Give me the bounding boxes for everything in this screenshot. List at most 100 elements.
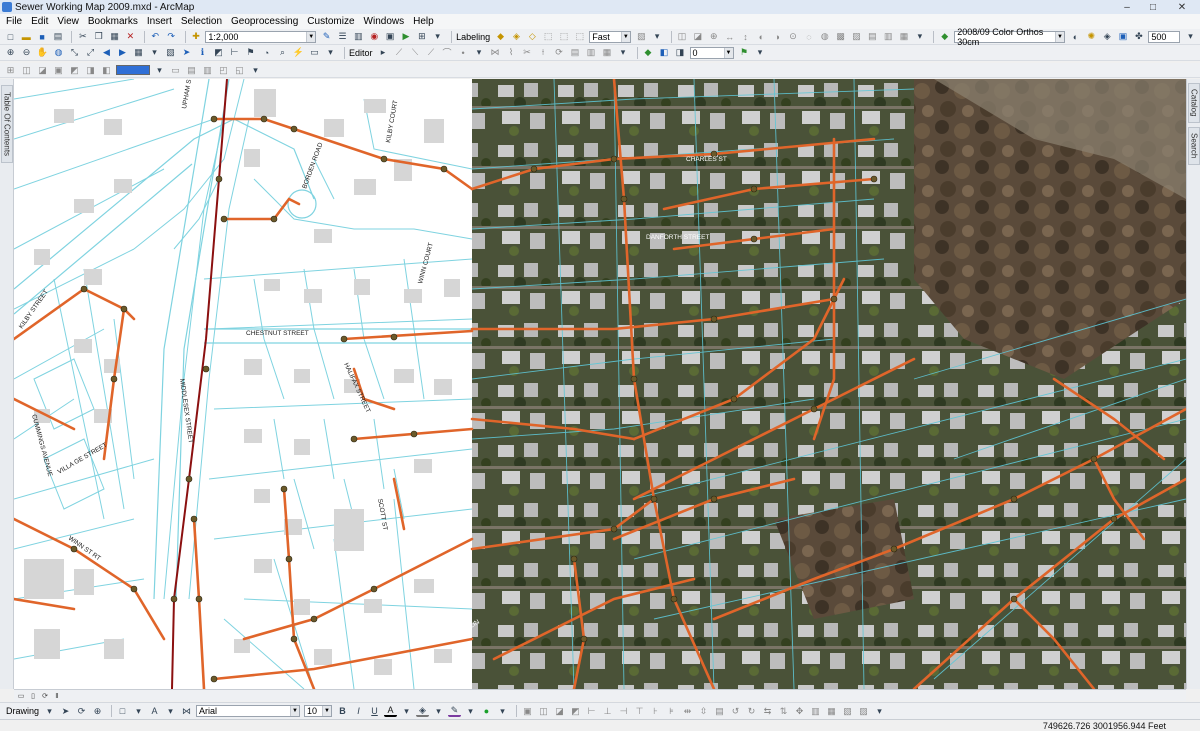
zoom-out-icon[interactable]: ⊖ — [20, 47, 33, 59]
fixed-zoom-in-icon[interactable]: ⤡ — [68, 47, 81, 59]
georef-tool-10-icon[interactable]: ◍ — [818, 31, 831, 43]
python-window-icon[interactable]: ▶ — [400, 31, 413, 43]
effects-tool-2-icon[interactable]: ◫ — [20, 64, 33, 76]
marker-color-icon[interactable]: ● — [480, 705, 493, 717]
align-bottom-icon[interactable]: ⊧ — [665, 705, 678, 717]
text-frame-icon[interactable]: ▥ — [809, 705, 822, 717]
arcmap-app-icon[interactable] — [2, 2, 12, 12]
graphics-tool-5-icon[interactable]: ◱ — [233, 64, 246, 76]
imagery-layer-combo[interactable]: 2008/09 Color Orthos 30cm ▼ — [954, 27, 1066, 47]
effects-layer-icon[interactable]: ◆ — [938, 31, 951, 43]
georef-tool-14-icon[interactable]: ▥ — [882, 31, 895, 43]
map-display[interactable]: UPHAM STREET BORDEN ROAD KILBY COURT WIN… — [14, 79, 1186, 689]
edit-vertices-icon[interactable]: ⋈ — [180, 705, 193, 717]
open-folder-icon[interactable]: ▬ — [20, 31, 33, 43]
layer-combo-icon[interactable]: ◨ — [674, 47, 687, 59]
georef-tool-13-icon[interactable]: ▤ — [866, 31, 879, 43]
search-tab[interactable]: Search — [1188, 127, 1200, 165]
effects-tool-6-icon[interactable]: ◨ — [84, 64, 97, 76]
fill-color-swatch[interactable] — [116, 65, 150, 75]
search-window-icon[interactable]: ◉ — [368, 31, 381, 43]
effects-tool-5-icon[interactable]: ◩ — [68, 64, 81, 76]
transparency-icon[interactable]: ◈ — [1101, 31, 1114, 43]
make-same-size-icon[interactable]: ▤ — [713, 705, 726, 717]
add-data-icon[interactable]: ✚ — [190, 31, 203, 43]
menu-file[interactable]: File — [6, 16, 22, 27]
chevron-down-icon[interactable]: ▼ — [306, 31, 316, 42]
minimize-button[interactable]: – — [1114, 0, 1140, 14]
attributes-icon[interactable]: ▤ — [569, 47, 582, 59]
toolbar-overflow-icon[interactable]: ▾ — [153, 64, 166, 76]
align-middle-icon[interactable]: ⊦ — [649, 705, 662, 717]
menu-help[interactable]: Help — [413, 16, 434, 27]
georef-tool-7-icon[interactable]: ◑ — [771, 31, 784, 43]
toolbar-overflow-icon[interactable]: ▾ — [473, 47, 486, 59]
print-icon[interactable]: ▤ — [52, 31, 65, 43]
graphics-tool-1-icon[interactable]: ▭ — [169, 64, 182, 76]
graphics-tool-3-icon[interactable]: ▥ — [201, 64, 214, 76]
georef-tool-3-icon[interactable]: ⊕ — [707, 31, 720, 43]
menu-geoprocessing[interactable]: Geoprocessing — [231, 16, 298, 27]
point-icon[interactable]: • — [457, 47, 470, 59]
toolbar-overflow-icon[interactable]: ▾ — [913, 31, 926, 43]
data-view-icon[interactable]: ▭ — [16, 691, 26, 700]
view-unplaced-labels-icon[interactable]: ⬚ — [573, 31, 586, 43]
chevron-down-icon[interactable]: ▾ — [132, 705, 145, 717]
zoom-selected-icon[interactable]: ⊕ — [91, 705, 104, 717]
zoom-in-icon[interactable]: ⊕ — [4, 47, 17, 59]
georeferencing-icon[interactable]: ◆ — [642, 47, 655, 59]
refresh-icon[interactable]: ⟳ — [40, 691, 50, 700]
align-center-icon[interactable]: ⊥ — [601, 705, 614, 717]
italic-button[interactable]: I — [352, 705, 365, 717]
effects-tool-3-icon[interactable]: ◪ — [36, 64, 49, 76]
pan-icon[interactable]: ✋ — [36, 47, 49, 59]
edit-tool-icon[interactable]: ▸ — [377, 47, 390, 59]
georef-tool-15-icon[interactable]: ▦ — [898, 31, 911, 43]
sketch-properties-icon[interactable]: ▥ — [585, 47, 598, 59]
toolbar-overflow-icon[interactable]: ▾ — [754, 47, 767, 59]
convert-labels-icon[interactable]: ▧ — [635, 31, 648, 43]
georef-tool-5-icon[interactable]: ↕ — [739, 31, 752, 43]
effects-tool-7-icon[interactable]: ◧ — [100, 64, 113, 76]
edit-annotation-icon[interactable]: ⟋ — [393, 47, 406, 59]
find-icon[interactable]: ⌕ — [276, 47, 289, 59]
toolbar-overflow-icon[interactable]: ▾ — [324, 47, 337, 59]
label-quality-combo[interactable]: Fast ▼ — [589, 30, 631, 43]
label-weight-icon[interactable]: ◇ — [526, 31, 539, 43]
georef-tool-11-icon[interactable]: ▩ — [834, 31, 847, 43]
label-manager-icon[interactable]: ◆ — [494, 31, 507, 43]
bring-to-front-icon[interactable]: ◪ — [553, 705, 566, 717]
lock-icon[interactable]: ▧ — [841, 705, 854, 717]
menu-view[interactable]: View — [57, 16, 79, 27]
toolbar-overflow-icon[interactable]: ▾ — [431, 31, 444, 43]
map-scale-combo[interactable]: 1:2,000 ▼ — [205, 30, 317, 43]
menu-insert[interactable]: Insert — [147, 16, 172, 27]
chevron-down-icon[interactable]: ▾ — [400, 705, 413, 717]
align-right-icon[interactable]: ⊣ — [617, 705, 630, 717]
model-builder-icon[interactable]: ⊞ — [415, 31, 428, 43]
georef-tool-2-icon[interactable]: ◪ — [691, 31, 704, 43]
bold-button[interactable]: B — [336, 705, 349, 717]
label-priority-icon[interactable]: ◈ — [510, 31, 523, 43]
toolbar-overflow-icon[interactable]: ▾ — [148, 47, 161, 59]
cut-icon[interactable]: ✂ — [76, 31, 89, 43]
table-of-contents-icon[interactable]: ☰ — [336, 31, 349, 43]
font-color-icon[interactable]: A — [384, 705, 398, 717]
trace-icon[interactable]: ⌒ — [441, 47, 454, 59]
georef-tool-9-icon[interactable]: ◌ — [802, 31, 815, 43]
graphics-tool-2-icon[interactable]: ▤ — [185, 64, 198, 76]
graphics-props-icon[interactable]: ▦ — [825, 705, 838, 717]
flip-horizontal-icon[interactable]: ⇆ — [761, 705, 774, 717]
chevron-down-icon[interactable]: ▾ — [496, 705, 509, 717]
maximize-button[interactable]: □ — [1140, 0, 1166, 14]
send-to-back-icon[interactable]: ◩ — [569, 705, 582, 717]
group-icon[interactable]: ▣ — [521, 705, 534, 717]
georef-tool-8-icon[interactable]: ⊙ — [787, 31, 800, 43]
align-top-icon[interactable]: ⊤ — [633, 705, 646, 717]
edit-vertices-icon[interactable]: ⋈ — [489, 47, 502, 59]
georef-tool-4-icon[interactable]: ↔ — [723, 31, 736, 43]
georef-tool-1-icon[interactable]: ◫ — [676, 31, 689, 43]
undo-icon[interactable]: ↶ — [149, 31, 162, 43]
arctoolbox-icon[interactable]: ▣ — [384, 31, 397, 43]
ungroup-icon[interactable]: ◫ — [537, 705, 550, 717]
